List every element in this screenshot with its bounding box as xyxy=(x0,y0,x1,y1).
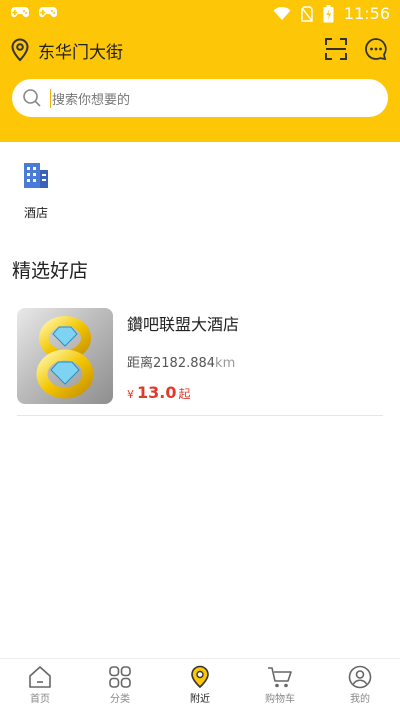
tab-profile[interactable]: 我的 xyxy=(320,659,400,710)
hotel-name: 鑽吧联盟大酒店 xyxy=(127,315,240,334)
distance-label: 距离 xyxy=(127,356,154,371)
price-value: 13.0 xyxy=(137,383,177,402)
tab-home[interactable]: 首页 xyxy=(0,659,80,710)
gamepad-icon xyxy=(38,6,58,20)
hotel-card[interactable]: 鑽吧联盟大酒店 距离2182.884km ¥ 13.0 起 xyxy=(17,308,383,416)
tab-nearby[interactable]: 附近 xyxy=(160,659,240,710)
search-placeholder: 搜索你想要的 xyxy=(50,88,130,108)
cart-icon xyxy=(267,665,293,689)
tab-label: 我的 xyxy=(350,694,370,705)
section-title: 精选好店 xyxy=(12,260,89,282)
category-label: 酒店 xyxy=(23,206,48,220)
battery-icon xyxy=(323,4,334,23)
message-icon[interactable] xyxy=(364,37,388,61)
tab-label: 分类 xyxy=(110,694,130,705)
scan-icon[interactable] xyxy=(324,37,348,61)
search-icon xyxy=(22,88,42,108)
status-time: 11:56 xyxy=(343,4,390,23)
hotel-distance: 距离2182.884km xyxy=(127,352,235,371)
distance-unit: km xyxy=(215,356,236,371)
nearby-location-icon xyxy=(189,665,211,689)
category-hotel[interactable]: 酒店 xyxy=(14,160,58,221)
no-sim-icon xyxy=(301,5,313,22)
location-text: 东华门大街 xyxy=(38,42,123,63)
building-icon xyxy=(22,160,50,190)
tab-label: 首页 xyxy=(30,694,50,705)
wifi-icon xyxy=(273,6,291,21)
search-input[interactable]: 搜索你想要的 xyxy=(12,79,388,117)
hotel-price: ¥ 13.0 起 xyxy=(127,383,191,402)
tab-cart[interactable]: 购物车 xyxy=(240,659,320,710)
tab-category[interactable]: 分类 xyxy=(80,659,160,710)
bottom-tab-bar: 首页 分类 附近 购物车 我的 xyxy=(0,658,400,710)
profile-icon xyxy=(348,665,372,689)
home-icon xyxy=(27,665,53,689)
location-selector[interactable]: 东华门大街 xyxy=(10,36,123,64)
hotel-thumbnail xyxy=(17,308,113,404)
gamepad-icon xyxy=(10,6,30,20)
header: 11:56 东华门大街 搜索你想要的 xyxy=(0,0,400,142)
distance-value: 2182.884 xyxy=(153,356,216,371)
status-bar: 11:56 xyxy=(0,0,400,30)
price-suffix: 起 xyxy=(178,387,191,401)
tab-label: 附近 xyxy=(190,694,210,705)
price-currency: ¥ xyxy=(127,388,134,401)
tab-label: 购物车 xyxy=(265,694,295,705)
category-icon xyxy=(108,665,132,689)
location-pin-icon xyxy=(10,38,30,62)
